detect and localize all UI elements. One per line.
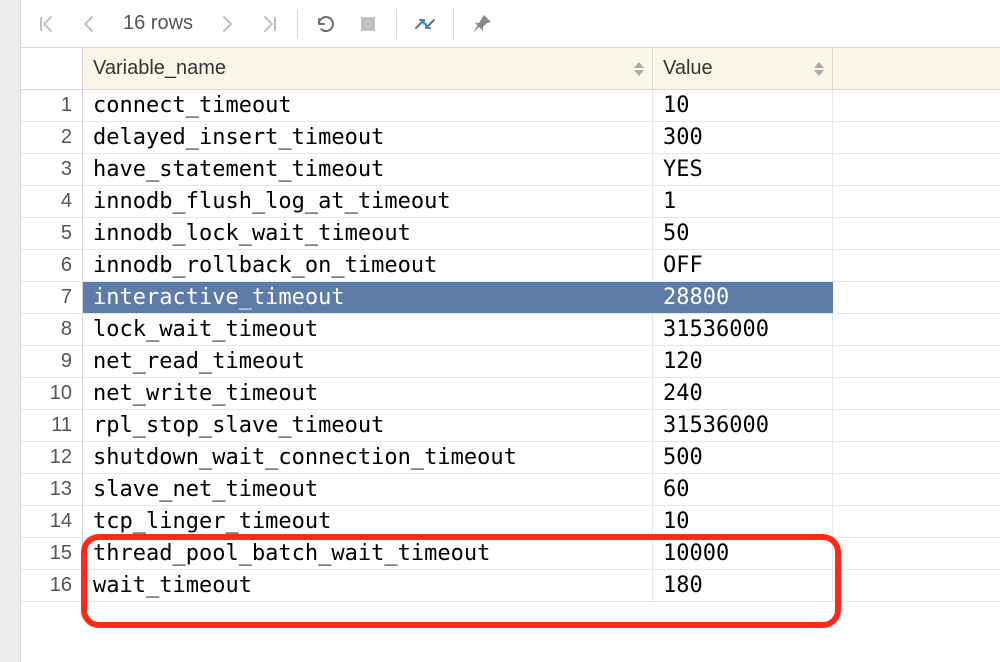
reload-button[interactable] <box>306 4 346 44</box>
arrows-converge-icon <box>413 14 437 34</box>
variable-name-cell[interactable]: net_read_timeout <box>83 346 653 377</box>
row-number-cell: 13 <box>21 474 83 505</box>
table-row[interactable]: 14tcp_linger_timeout10 <box>21 506 1000 538</box>
column-header-value[interactable]: Value <box>653 48 833 89</box>
row-number-cell: 4 <box>21 186 83 217</box>
value-cell[interactable]: 240 <box>653 378 833 409</box>
grid-body: 1connect_timeout102delayed_insert_timeou… <box>21 90 1000 602</box>
value-cell[interactable]: 50 <box>653 218 833 249</box>
value-cell[interactable]: 10 <box>653 506 833 537</box>
first-page-icon <box>38 15 56 33</box>
variable-name-cell[interactable]: delayed_insert_timeout <box>83 122 653 153</box>
value-cell[interactable]: 120 <box>653 346 833 377</box>
table-row[interactable]: 15thread_pool_batch_wait_timeout10000 <box>21 538 1000 570</box>
value-cell[interactable]: 1 <box>653 186 833 217</box>
value-cell[interactable]: 31536000 <box>653 410 833 441</box>
table-row[interactable]: 16wait_timeout180 <box>21 570 1000 602</box>
value-cell[interactable]: 10 <box>653 90 833 121</box>
row-number-cell: 8 <box>21 314 83 345</box>
toolbar-separator <box>396 9 397 39</box>
variable-name-cell[interactable]: interactive_timeout <box>83 282 653 313</box>
value-cell[interactable]: 28800 <box>653 282 833 313</box>
value-cell[interactable]: OFF <box>653 250 833 281</box>
row-number-cell: 7 <box>21 282 83 313</box>
variable-name-cell[interactable]: innodb_lock_wait_timeout <box>83 218 653 249</box>
row-number-cell: 10 <box>21 378 83 409</box>
value-cell[interactable]: 500 <box>653 442 833 473</box>
row-number-cell: 11 <box>21 410 83 441</box>
variable-name-cell[interactable]: connect_timeout <box>83 90 653 121</box>
grid-header: Variable_name Value <box>21 48 1000 90</box>
table-row[interactable]: 2delayed_insert_timeout300 <box>21 122 1000 154</box>
toolbar-separator <box>297 9 298 39</box>
column-header-variable-name[interactable]: Variable_name <box>83 48 653 89</box>
row-number-cell: 2 <box>21 122 83 153</box>
stop-icon <box>360 16 376 32</box>
row-number-cell: 16 <box>21 570 83 601</box>
table-row[interactable]: 4innodb_flush_log_at_timeout1 <box>21 186 1000 218</box>
table-row[interactable]: 9net_read_timeout120 <box>21 346 1000 378</box>
column-header-label: Value <box>663 57 713 80</box>
last-page-icon <box>260 15 278 33</box>
value-cell[interactable]: 300 <box>653 122 833 153</box>
first-page-button[interactable] <box>27 4 67 44</box>
results-grid: Variable_name Value 1connect_timeout102d… <box>21 48 1000 662</box>
row-number-cell: 5 <box>21 218 83 249</box>
table-row[interactable]: 10net_write_timeout240 <box>21 378 1000 410</box>
row-number-cell: 15 <box>21 538 83 569</box>
variable-name-cell[interactable]: lock_wait_timeout <box>83 314 653 345</box>
stop-button[interactable] <box>348 4 388 44</box>
last-page-button[interactable] <box>249 4 289 44</box>
sort-icon <box>634 62 644 76</box>
table-row[interactable]: 6innodb_rollback_on_timeoutOFF <box>21 250 1000 282</box>
variable-name-cell[interactable]: have_statement_timeout <box>83 154 653 185</box>
table-row[interactable]: 13slave_net_timeout60 <box>21 474 1000 506</box>
variable-name-cell[interactable]: innodb_rollback_on_timeout <box>83 250 653 281</box>
variable-name-cell[interactable]: tcp_linger_timeout <box>83 506 653 537</box>
row-number-cell: 9 <box>21 346 83 377</box>
results-panel: 16 rows <box>20 0 1000 662</box>
column-header-label: Variable_name <box>93 57 226 80</box>
variable-name-cell[interactable]: shutdown_wait_connection_timeout <box>83 442 653 473</box>
sort-icon <box>814 62 824 76</box>
variable-name-cell[interactable]: rpl_stop_slave_timeout <box>83 410 653 441</box>
toolbar-separator <box>453 9 454 39</box>
table-row[interactable]: 7interactive_timeout28800 <box>21 282 1000 314</box>
value-cell[interactable]: YES <box>653 154 833 185</box>
chevron-left-icon <box>82 15 96 33</box>
table-row[interactable]: 5innodb_lock_wait_timeout50 <box>21 218 1000 250</box>
prev-page-button[interactable] <box>69 4 109 44</box>
value-cell[interactable]: 60 <box>653 474 833 505</box>
pin-icon <box>471 13 493 35</box>
value-cell[interactable]: 31536000 <box>653 314 833 345</box>
table-row[interactable]: 8lock_wait_timeout31536000 <box>21 314 1000 346</box>
variable-name-cell[interactable]: slave_net_timeout <box>83 474 653 505</box>
row-number-header <box>21 48 83 89</box>
variable-name-cell[interactable]: net_write_timeout <box>83 378 653 409</box>
table-row[interactable]: 3have_statement_timeoutYES <box>21 154 1000 186</box>
reload-icon <box>315 13 337 35</box>
next-page-button[interactable] <box>207 4 247 44</box>
data-extractor-button[interactable] <box>405 4 445 44</box>
variable-name-cell[interactable]: thread_pool_batch_wait_timeout <box>83 538 653 569</box>
row-number-cell: 14 <box>21 506 83 537</box>
row-number-cell: 3 <box>21 154 83 185</box>
value-cell[interactable]: 180 <box>653 570 833 601</box>
value-cell[interactable]: 10000 <box>653 538 833 569</box>
row-number-cell: 1 <box>21 90 83 121</box>
row-number-cell: 12 <box>21 442 83 473</box>
table-row[interactable]: 12shutdown_wait_connection_timeout500 <box>21 442 1000 474</box>
row-number-cell: 6 <box>21 250 83 281</box>
toolbar: 16 rows <box>21 0 1000 48</box>
row-count-label: 16 rows <box>111 12 205 35</box>
variable-name-cell[interactable]: innodb_flush_log_at_timeout <box>83 186 653 217</box>
variable-name-cell[interactable]: wait_timeout <box>83 570 653 601</box>
chevron-right-icon <box>220 15 234 33</box>
table-row[interactable]: 1connect_timeout10 <box>21 90 1000 122</box>
table-row[interactable]: 11rpl_stop_slave_timeout31536000 <box>21 410 1000 442</box>
pin-button[interactable] <box>462 4 502 44</box>
